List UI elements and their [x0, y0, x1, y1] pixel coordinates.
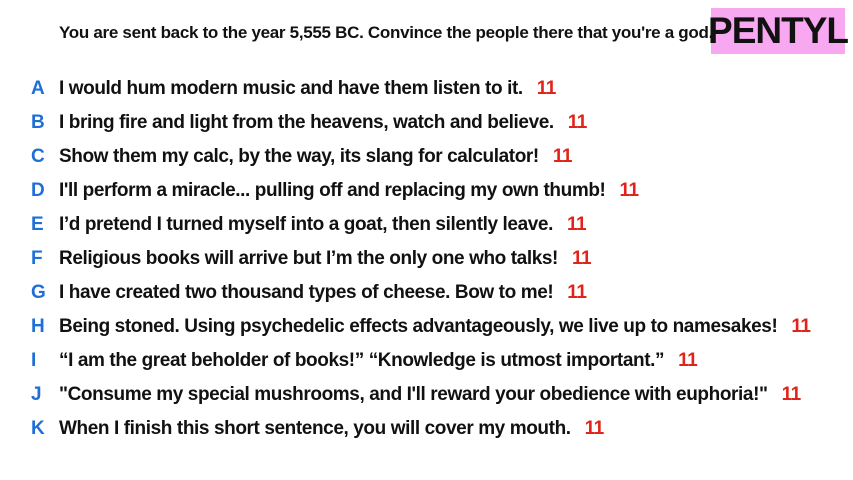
- answer-score: 11: [552, 146, 573, 167]
- answer-row-f: F Religious books will arrive but I’m th…: [0, 242, 853, 276]
- answer-row-a: A I would hum modern music and have them…: [0, 72, 853, 106]
- answer-text-wrap: Show them my calc, by the way, its slang…: [59, 140, 572, 174]
- answer-letter: B: [31, 112, 45, 133]
- answer-text-wrap: I bring fire and light from the heavens,…: [59, 106, 587, 140]
- answer-text: “I am the great beholder of books!” “Kno…: [59, 350, 665, 371]
- answer-row-e: E I’d pretend I turned myself into a goa…: [0, 208, 853, 242]
- answer-text-wrap: Being stoned. Using psychedelic effects …: [59, 310, 811, 344]
- answer-letter: G: [31, 282, 46, 303]
- answer-row-d: D I'll perform a miracle... pulling off …: [0, 174, 853, 208]
- answer-score: 11: [791, 316, 811, 337]
- answer-row-b: B I bring fire and light from the heaven…: [0, 106, 853, 140]
- answer-text: I would hum modern music and have them l…: [59, 78, 523, 99]
- answer-text-wrap: When I finish this short sentence, you w…: [59, 412, 604, 446]
- answer-letter: A: [31, 78, 45, 99]
- answer-score: 11: [571, 248, 592, 269]
- answer-text-wrap: I have created two thousand types of che…: [59, 276, 587, 310]
- answer-score: 11: [584, 418, 605, 439]
- answer-text: When I finish this short sentence, you w…: [59, 418, 571, 439]
- answer-letter: H: [31, 316, 45, 337]
- player-name-label: PENTYL: [708, 10, 849, 51]
- answer-letter: E: [31, 214, 44, 235]
- answer-score: 11: [566, 214, 587, 235]
- answer-text-wrap: I'll perform a miracle... pulling off an…: [59, 174, 639, 208]
- answer-list: A I would hum modern music and have them…: [0, 72, 853, 446]
- answer-row-g: G I have created two thousand types of c…: [0, 276, 853, 310]
- answer-text-wrap: I’d pretend I turned myself into a goat,…: [59, 208, 587, 242]
- answer-row-h: H Being stoned. Using psychedelic effect…: [0, 310, 853, 344]
- answer-score: 11: [678, 350, 698, 371]
- answer-text-wrap: Religious books will arrive but I’m the …: [59, 242, 592, 276]
- answer-text: Religious books will arrive but I’m the …: [59, 248, 558, 269]
- answer-letter: C: [31, 146, 45, 167]
- answer-letter: D: [31, 180, 45, 201]
- answer-text: Show them my calc, by the way, its slang…: [59, 146, 539, 167]
- answer-text: "Consume my special mushrooms, and I'll …: [59, 384, 768, 405]
- answer-letter: J: [31, 384, 42, 405]
- answer-score: 11: [619, 180, 639, 201]
- answer-score: 11: [536, 78, 557, 99]
- answer-score: 11: [567, 112, 588, 133]
- answer-letter: I: [31, 350, 37, 371]
- answer-text: Being stoned. Using psychedelic effects …: [59, 316, 778, 337]
- answer-text: I'll perform a miracle... pulling off an…: [59, 180, 606, 201]
- player-name-badge: PENTYL: [708, 8, 849, 54]
- answer-text-wrap: "Consume my special mushrooms, and I'll …: [59, 378, 801, 412]
- answer-row-j: J "Consume my special mushrooms, and I'l…: [0, 378, 853, 412]
- question-prompt: You are sent back to the year 5,555 BC. …: [59, 23, 713, 42]
- answer-letter: F: [31, 248, 43, 269]
- answer-text: I’d pretend I turned myself into a goat,…: [59, 214, 553, 235]
- answer-letter: K: [31, 418, 45, 439]
- answer-row-c: C Show them my calc, by the way, its sla…: [0, 140, 853, 174]
- answer-text: I bring fire and light from the heavens,…: [59, 112, 554, 133]
- answer-score: 11: [781, 384, 802, 405]
- answer-score: 11: [567, 282, 587, 303]
- answer-row-k: K When I finish this short sentence, you…: [0, 412, 853, 446]
- answer-row-i: I “I am the great beholder of books!” “K…: [0, 344, 853, 378]
- answer-text-wrap: “I am the great beholder of books!” “Kno…: [59, 344, 698, 378]
- answer-text-wrap: I would hum modern music and have them l…: [59, 72, 556, 106]
- answer-text: I have created two thousand types of che…: [59, 282, 554, 303]
